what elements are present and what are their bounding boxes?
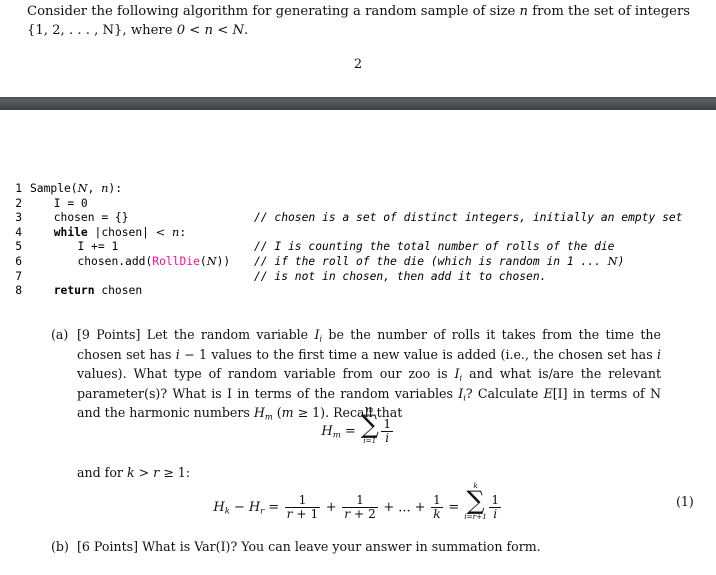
equation-harmonic-number: Hm = m ∑ i=1 1 i [0, 406, 716, 445]
var-I-i-3: Ii [458, 385, 466, 403]
line-number: 7 [15, 269, 22, 283]
part-a-text-6: ? Calculate [465, 385, 544, 401]
part-b-label: (b) [51, 539, 69, 554]
part-b-body: [6 Points] What is Var(I)? You can leave… [77, 537, 661, 557]
code-line-text: Sample(N, n): [30, 182, 122, 195]
sigma-glyph: ∑ [466, 485, 485, 516]
intro-text-d: . [244, 23, 249, 38]
fraction-numerator: 1 [431, 492, 443, 508]
fraction-1-over-k: 1k [431, 492, 443, 521]
eq-lhs-Hr: Hr [248, 500, 265, 517]
intro-var-n: n [519, 4, 529, 19]
code-row: 4 while |chosen| < n: [0, 226, 716, 241]
eq-harmonic-equals: = [344, 424, 356, 440]
equation-number: (1) [676, 494, 694, 509]
fraction-one-over-i: 1i [381, 416, 394, 445]
code-line-text: chosen.add(RollDie(N)) [77, 254, 231, 268]
code-row: 7 // is not in chosen, then add it to ch… [0, 270, 716, 285]
line-number: 4 [15, 225, 22, 239]
and-for-prefix: and for [77, 465, 127, 480]
code-comment: // is not in chosen, then add it to chos… [254, 269, 547, 283]
part-a-text-3: values to the first time a new value is … [207, 346, 657, 362]
code-line-text: I = 0 [53, 196, 88, 210]
intro-paragraph: Consider the following algorithm for gen… [27, 2, 705, 40]
part-a-points: [9 Points] [77, 327, 141, 342]
part-a-label: (a) [51, 327, 69, 342]
fraction-one-over-i: 1i [489, 492, 502, 521]
fraction-denominator: i [493, 506, 498, 521]
code-comment: // if the roll of the die (which is rand… [254, 254, 625, 268]
variance-of-I: Var(I) [194, 539, 231, 554]
part-b-text-2: ? You can leave your answer in summation… [230, 539, 541, 554]
eq-harmonic-lhs: Hm [321, 424, 341, 441]
code-row: 8 return chosen [0, 284, 716, 299]
eq-plus-2: + [383, 500, 395, 516]
problem-part-b: (b) [6 Points] What is Var(I)? You can l… [51, 537, 661, 557]
code-line-text: I += 1 [77, 240, 119, 254]
algorithm-code-block: 1 Sample(N, n): 2 I = 0 3 chosen = {} //… [0, 182, 716, 299]
line-number: 8 [15, 284, 22, 298]
fraction-numerator: 1 [381, 416, 394, 432]
eq-equals-1: = [268, 500, 280, 516]
line-number: 5 [15, 240, 22, 254]
code-row: 6 chosen.add(RollDie(N)) // if the roll … [0, 255, 716, 270]
eq-ellipsis: ... [398, 500, 411, 516]
code-comment: // chosen is a set of distinct integers,… [254, 211, 683, 225]
line-number: 1 [15, 182, 22, 195]
fraction-denominator: i [385, 430, 390, 445]
intro-line-2: where 0 < n < N. [131, 23, 248, 38]
var-I-i: Ii [314, 327, 323, 344]
intro-line-1: Consider the following algorithm for gen… [27, 4, 690, 38]
and-for-condition-line: and for k > r ≥ 1: [77, 465, 190, 480]
sum-lower-limit: i=r+1 [464, 511, 487, 521]
part-b-text-1: What is [142, 539, 195, 554]
eq-plus-1: + [325, 500, 337, 516]
fraction-1-over-r-plus-2: 1r + 2 [342, 493, 378, 521]
fraction-denominator: r + 1 [286, 506, 319, 521]
code-line-text: chosen = {} [53, 211, 129, 225]
i-minus-1: i − 1 [175, 346, 208, 362]
sigma-glyph: ∑ [360, 409, 379, 440]
equation-harmonic-difference: Hk − Hr = 1 r + 1 +1 r + 2 +... +1 k = k ∑ i=r+1 1 i [0, 482, 716, 521]
code-row: 2 I = 0 [0, 197, 716, 212]
code-row: 1 Sample(N, n): [0, 182, 716, 197]
eq-minus-operator: − [233, 500, 245, 516]
code-line-text: return chosen [53, 284, 143, 298]
code-comment: // I is counting the total number of rol… [254, 240, 615, 254]
sum-lower-limit: i=1 [363, 435, 377, 445]
and-for-suffix: : [185, 465, 191, 480]
code-row: 3 chosen = {} // chosen is a set of dist… [0, 211, 716, 226]
condition-k-gt-r: k > r ≥ 1 [126, 465, 186, 480]
code-row: 5 I += 1 // I is counting the total numb… [0, 240, 716, 255]
line-number: 6 [15, 254, 22, 268]
rolldie-call: RollDie [152, 254, 200, 268]
page-number: 2 [353, 57, 363, 72]
part-a-text-4: values). What type of random variable fr… [77, 366, 455, 382]
intro-text-a: Consider the following algorithm for gen… [27, 4, 520, 19]
part-b-points: [6 Points] [77, 539, 139, 554]
eq-plus-3: + [414, 500, 426, 516]
fraction-1-over-r-plus-1: 1r + 1 [284, 493, 321, 521]
fraction-numerator: 1 [489, 492, 502, 508]
eq-lhs-Hk: Hk [213, 500, 230, 517]
intro-condition: 0 < n < N [176, 23, 244, 38]
part-a-text-1: Let the random variable [146, 327, 315, 342]
fraction-numerator: 1 [342, 493, 378, 508]
line-number: 3 [15, 211, 22, 225]
code-line-text: while |chosen| < n: [53, 225, 187, 239]
var-i: i [656, 346, 661, 362]
expectation-of-I: E[I] [543, 385, 568, 401]
fraction-denominator: r + 2 [344, 506, 376, 521]
page-divider-bar [0, 97, 716, 110]
line-number: 2 [15, 196, 22, 210]
summation-symbol: m ∑ i=1 [361, 406, 379, 444]
eq-equals-2: = [448, 500, 460, 516]
fraction-numerator: 1 [284, 493, 321, 508]
fraction-denominator: k [433, 506, 441, 521]
intro-text-c: where [130, 23, 177, 38]
summation-symbol: k ∑ i=r+1 [464, 482, 487, 520]
